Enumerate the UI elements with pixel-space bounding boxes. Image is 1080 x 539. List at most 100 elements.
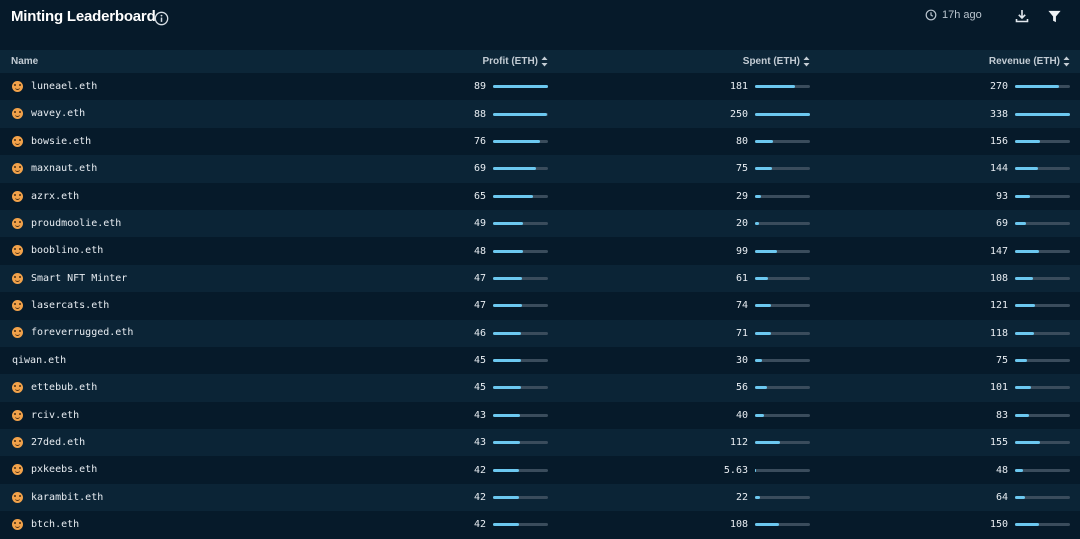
table-row[interactable]: azrx.eth 65 29 93 (0, 182, 1080, 210)
name-cell[interactable]: rciv.eth (0, 402, 360, 429)
name-cell[interactable]: azrx.eth (0, 183, 360, 210)
name-cell[interactable]: bowsie.eth (0, 128, 360, 155)
profit-bar (493, 194, 548, 198)
minter-name[interactable]: rciv.eth (31, 410, 79, 421)
table-row[interactable]: booblino.eth 48 99 147 (0, 237, 1080, 265)
minter-name[interactable]: foreverrugged.eth (31, 327, 133, 338)
table-row[interactable]: proudmoolie.eth 49 20 69 (0, 209, 1080, 238)
spent-cell: 99 (548, 237, 810, 264)
profit-cell: 43 (360, 402, 548, 429)
table-row[interactable]: foreverrugged.eth 46 71 118 (0, 319, 1080, 347)
avatar-icon (12, 491, 23, 503)
name-cell[interactable]: lasercats.eth (0, 292, 360, 319)
profit-bar-fill (493, 112, 548, 116)
revenue-cell: 338 (810, 100, 1070, 127)
name-cell[interactable]: Smart NFT Minter (0, 265, 360, 292)
revenue-value: 64 (995, 492, 1008, 504)
table-row[interactable]: lasercats.eth 47 74 121 (0, 292, 1080, 320)
table-row[interactable]: luneael.eth 89 181 270 (0, 73, 1080, 101)
revenue-value: 147 (989, 245, 1008, 257)
table-row[interactable]: btch.eth 42 108 150 (0, 511, 1080, 539)
minter-name[interactable]: bowsie.eth (31, 136, 91, 147)
name-cell[interactable]: ettebub.eth (0, 374, 360, 401)
sort-icon[interactable] (803, 56, 810, 67)
table-row[interactable]: Smart NFT Minter 47 61 108 (0, 264, 1080, 293)
spent-bar-fill (755, 496, 760, 500)
minter-name[interactable]: proudmoolie.eth (31, 218, 121, 229)
filter-icon[interactable] (1047, 9, 1062, 24)
column-header-name[interactable]: Name (0, 50, 360, 73)
table-row[interactable]: maxnaut.eth 69 75 144 (0, 155, 1080, 183)
revenue-bar (1015, 441, 1070, 445)
profit-value: 88 (473, 108, 486, 120)
minter-name[interactable]: 27ded.eth (31, 437, 85, 448)
revenue-bar-fill (1015, 304, 1035, 308)
row-spacer (1070, 155, 1080, 182)
name-cell[interactable]: btch.eth (0, 511, 360, 538)
minter-name[interactable]: btch.eth (31, 519, 79, 530)
spent-bar-fill (755, 85, 795, 89)
revenue-bar-fill (1015, 167, 1039, 171)
minter-name[interactable]: luneael.eth (31, 81, 97, 92)
column-header-revenue[interactable]: Revenue (ETH) (810, 50, 1070, 73)
spent-bar-fill (755, 222, 760, 226)
profit-bar (493, 249, 548, 253)
revenue-bar-fill (1015, 413, 1029, 417)
table-row[interactable]: qiwan.eth 45 30 75 (0, 346, 1080, 375)
profit-bar (493, 139, 548, 143)
minter-name[interactable]: booblino.eth (31, 245, 103, 256)
name-cell[interactable]: booblino.eth (0, 237, 360, 264)
table-row[interactable]: pxkeebs.eth 42 5.63 48 (0, 456, 1080, 484)
spent-value: 56 (735, 382, 748, 394)
profit-bar (493, 167, 548, 171)
column-header-profit[interactable]: Profit (ETH) (360, 50, 548, 73)
name-cell[interactable]: proudmoolie.eth (0, 210, 360, 237)
minter-name[interactable]: lasercats.eth (31, 300, 109, 311)
table-row[interactable]: bowsie.eth 76 80 156 (0, 127, 1080, 156)
name-cell[interactable]: 27ded.eth (0, 429, 360, 456)
table-row[interactable]: karambit.eth 42 22 64 (0, 483, 1080, 512)
table-row[interactable]: 27ded.eth 43 112 155 (0, 429, 1080, 457)
revenue-bar-fill (1015, 386, 1032, 390)
spent-value: 80 (735, 135, 748, 147)
name-cell[interactable]: luneael.eth (0, 73, 360, 100)
name-cell[interactable]: maxnaut.eth (0, 155, 360, 182)
spent-cell: 5.63 (548, 456, 810, 483)
name-cell[interactable]: wavey.eth (0, 100, 360, 127)
revenue-value: 48 (995, 464, 1008, 476)
clock-icon (925, 9, 937, 21)
profit-cell: 69 (360, 155, 548, 182)
profit-cell: 42 (360, 511, 548, 538)
profit-cell: 43 (360, 429, 548, 456)
revenue-cell: 147 (810, 237, 1070, 264)
last-updated-text: 17h ago (942, 9, 982, 21)
table-row[interactable]: wavey.eth 88 250 338 (0, 100, 1080, 128)
minter-name[interactable]: wavey.eth (31, 108, 85, 119)
sort-icon[interactable] (1063, 56, 1070, 67)
profit-cell: 76 (360, 128, 548, 155)
minter-name[interactable]: maxnaut.eth (31, 163, 97, 174)
minter-name[interactable]: Smart NFT Minter (31, 273, 127, 284)
table-row[interactable]: ettebub.eth 45 56 101 (0, 374, 1080, 402)
minter-name[interactable]: pxkeebs.eth (31, 464, 97, 475)
revenue-value: 338 (989, 108, 1008, 120)
spent-bar (755, 276, 810, 280)
profit-value: 43 (473, 437, 486, 449)
row-spacer (1070, 320, 1080, 347)
profit-bar (493, 496, 548, 500)
download-icon[interactable] (1014, 8, 1030, 24)
minter-name[interactable]: ettebub.eth (31, 382, 97, 393)
name-cell[interactable]: karambit.eth (0, 484, 360, 511)
sort-icon[interactable] (541, 56, 548, 67)
name-cell[interactable]: foreverrugged.eth (0, 320, 360, 347)
info-icon[interactable] (154, 11, 169, 26)
name-cell[interactable]: qiwan.eth (0, 347, 360, 374)
minter-name[interactable]: qiwan.eth (12, 355, 66, 366)
minter-name[interactable]: azrx.eth (31, 191, 79, 202)
revenue-bar (1015, 167, 1070, 171)
minter-name[interactable]: karambit.eth (31, 492, 103, 503)
revenue-cell: 156 (810, 128, 1070, 155)
table-row[interactable]: rciv.eth 43 40 83 (0, 401, 1080, 430)
name-cell[interactable]: pxkeebs.eth (0, 456, 360, 483)
column-header-spent[interactable]: Spent (ETH) (548, 50, 810, 73)
